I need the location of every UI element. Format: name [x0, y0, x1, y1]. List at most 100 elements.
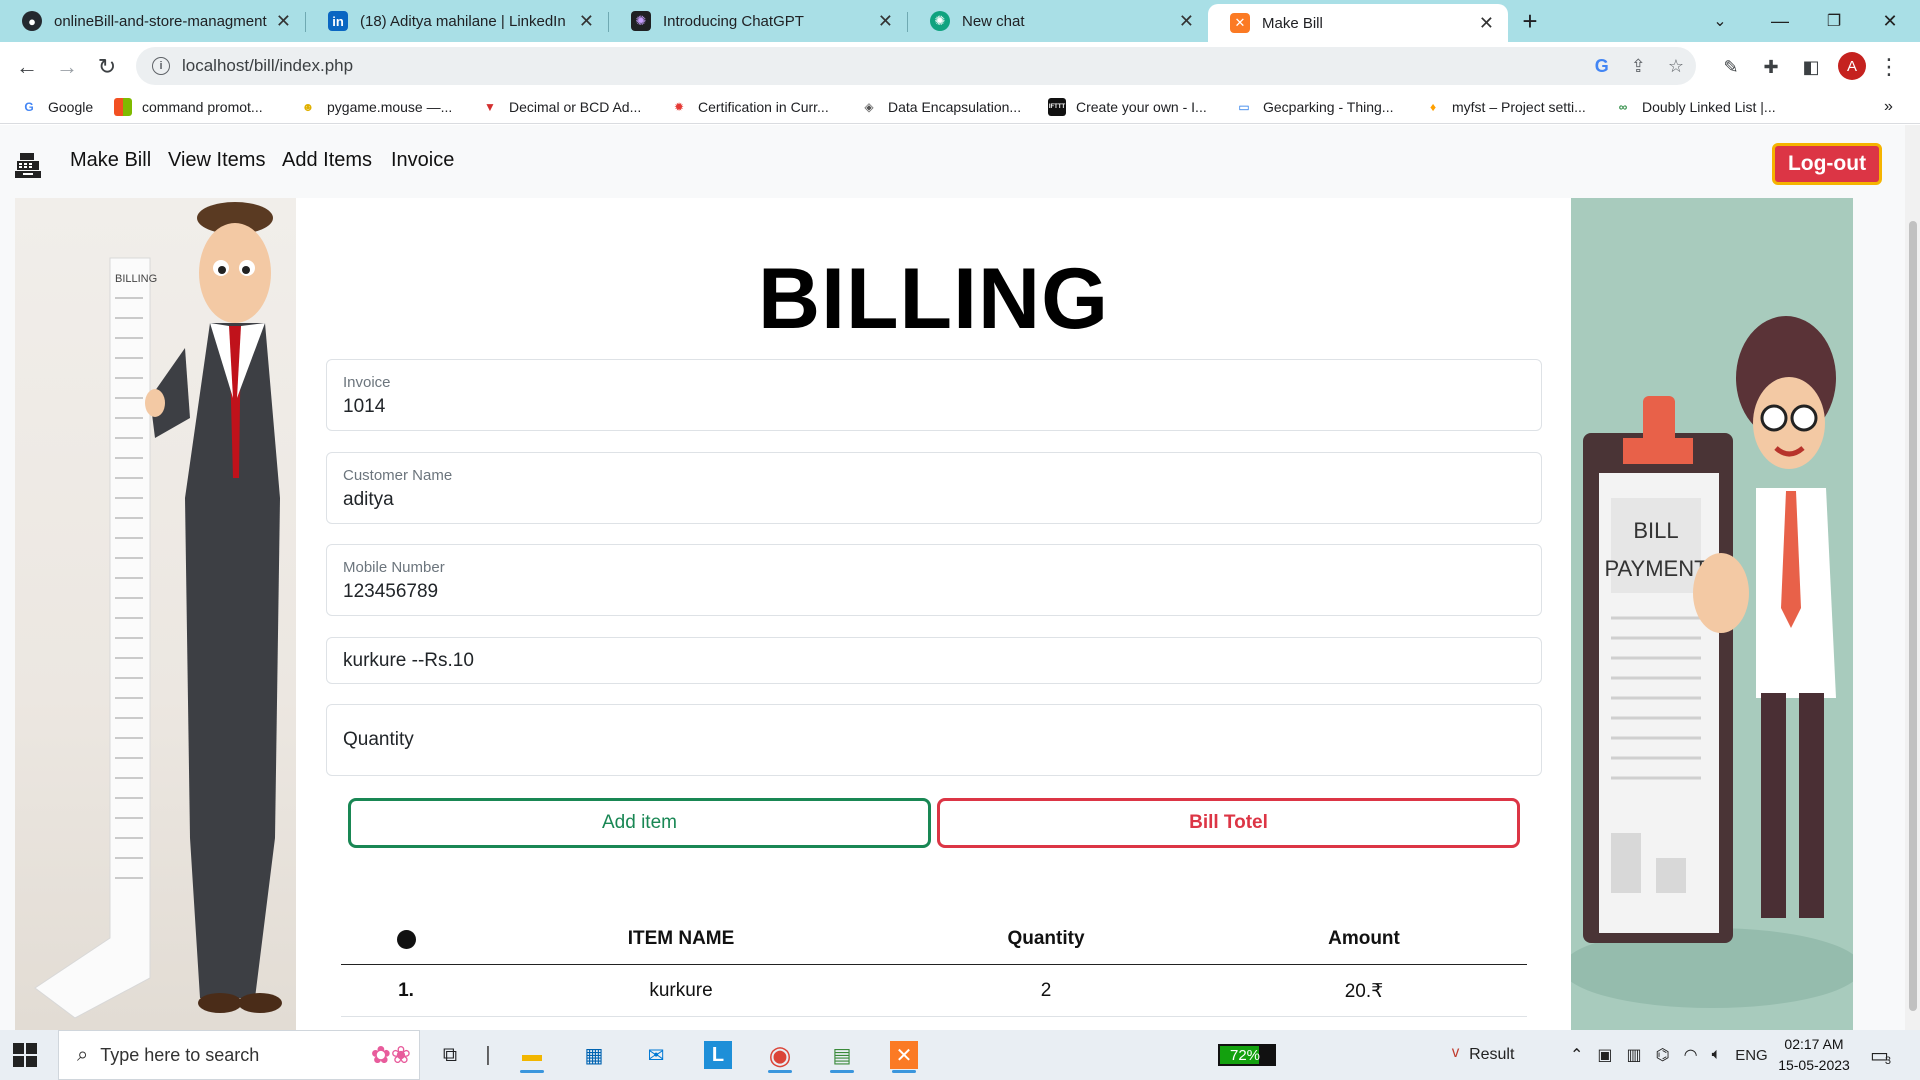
back-icon[interactable]: ← [12, 52, 42, 82]
tab-search-icon[interactable]: ⌄ [1692, 0, 1748, 42]
invoice-field[interactable]: Invoice 1014 [326, 359, 1542, 431]
extensions-icon[interactable]: ✚ [1756, 52, 1786, 82]
side-panel-icon[interactable]: ◧ [1796, 52, 1826, 82]
tab-github[interactable]: ● onlineBill-and-store-managment ✕ [0, 0, 305, 42]
customer-name-value[interactable]: aditya [343, 489, 394, 511]
quantity-input[interactable]: Quantity [326, 704, 1542, 776]
bookmark-certification[interactable]: ✹ Certification in Curr... [670, 96, 829, 118]
l-app-icon[interactable]: L [698, 1036, 738, 1074]
close-icon[interactable]: ✕ [276, 11, 291, 32]
bookmarks-overflow-icon[interactable]: » [1884, 96, 1893, 118]
vtop-icon: ▼ [484, 100, 496, 114]
bookmark-command-prompt[interactable]: command promot... [114, 96, 263, 118]
bookmark-gecparking[interactable]: ▭ Gecparking - Thing... [1235, 96, 1393, 118]
close-icon[interactable]: ✕ [878, 11, 893, 32]
bookmark-doubly-linked-list[interactable]: ∞ Doubly Linked List |... [1614, 96, 1776, 118]
index-column-header [341, 913, 471, 965]
xampp-taskbar-icon[interactable]: ✕ [884, 1036, 924, 1074]
windows-taskbar: ⌕ Type here to search ✿❀ ⧉ | ▬ ▦ ✉ L ◉ ▤… [0, 1030, 1920, 1080]
scrollbar-thumb[interactable] [1909, 221, 1917, 1011]
logout-button[interactable]: Log-out [1772, 143, 1882, 185]
language-indicator[interactable]: ENG [1735, 1047, 1768, 1064]
cricket-bat-icon: ᵛ [1452, 1042, 1460, 1067]
file-explorer-icon[interactable]: ▬ [512, 1036, 552, 1074]
eyedropper-icon[interactable]: ✎ [1716, 52, 1746, 82]
bookmark-label: Data Encapsulation... [888, 99, 1022, 115]
monitor-icon: ▭ [1238, 100, 1250, 114]
address-bar[interactable]: i localhost/bill/index.php G ⇪ ☆ [136, 47, 1696, 85]
share-icon[interactable]: ⇪ [1631, 56, 1646, 77]
mobile-number-field[interactable]: Mobile Number 123456789 [326, 544, 1542, 616]
nav-make-bill[interactable]: Make Bill [70, 149, 151, 172]
bookmark-decimal-bcd[interactable]: ▼ Decimal or BCD Ad... [481, 96, 641, 118]
browser-tab-strip: ● onlineBill-and-store-managment ✕ in (1… [0, 0, 1920, 42]
svg-text:BILL: BILL [1633, 518, 1678, 543]
bookmark-ifttt[interactable]: IFTTT Create your own - I... [1048, 96, 1207, 118]
url-text[interactable]: localhost/bill/index.php [182, 56, 353, 76]
windows-start-icon[interactable] [12, 1042, 38, 1068]
network-icon[interactable]: ⌬ [1656, 1045, 1670, 1065]
wifi-icon[interactable]: ◠ [1684, 1045, 1698, 1065]
menu-icon[interactable]: ⋮ [1874, 52, 1904, 82]
close-icon[interactable]: ✕ [579, 11, 594, 32]
nav-invoice[interactable]: Invoice [391, 149, 454, 172]
result-widget[interactable]: ᵛ Result [1452, 1030, 1514, 1080]
reload-icon[interactable]: ↻ [92, 52, 122, 82]
page-viewport: Make Bill View Items Add Items Invoice L… [0, 125, 1905, 1030]
taskbar-search-box[interactable]: ⌕ Type here to search ✿❀ [58, 1030, 420, 1080]
page-scrollbar[interactable] [1905, 125, 1920, 1030]
linkedin-icon: in [328, 11, 348, 31]
pen-icon[interactable]: | [468, 1036, 508, 1074]
meet-now-icon[interactable]: ▣ [1597, 1045, 1612, 1065]
item-select[interactable]: kurkure --Rs.10 [326, 637, 1542, 684]
restore-icon[interactable]: ❐ [1806, 0, 1862, 42]
bookmark-label: command promot... [142, 99, 263, 115]
bookmark-label: Gecparking - Thing... [1263, 99, 1394, 115]
mail-icon[interactable]: ✉ [636, 1036, 676, 1074]
bookmark-google[interactable]: G Google [20, 96, 93, 118]
task-view-icon[interactable]: ⧉ [430, 1036, 470, 1074]
nav-view-items[interactable]: View Items [168, 149, 265, 172]
bookmark-data-encapsulation[interactable]: ◈ Data Encapsulation... [860, 96, 1021, 118]
invoice-label: Invoice [343, 374, 391, 391]
notepad-icon[interactable]: ▤ [822, 1036, 862, 1074]
chevron-up-icon[interactable]: ⌃ [1570, 1045, 1583, 1065]
bookmark-star-icon[interactable]: ☆ [1668, 56, 1684, 77]
notifications-icon[interactable]: ▭ 3 [1870, 1030, 1891, 1080]
taskbar-search-placeholder[interactable]: Type here to search [100, 1045, 259, 1066]
tab-make-bill[interactable]: ✕ Make Bill ✕ [1208, 4, 1508, 42]
close-icon[interactable]: ✕ [1479, 13, 1494, 34]
microsoft-store-icon[interactable]: ▦ [574, 1036, 614, 1074]
new-tab-button[interactable]: + [1510, 0, 1550, 42]
google-lens-icon[interactable]: G [1595, 56, 1609, 77]
tab-new-chat[interactable]: ✺ New chat ✕ [908, 0, 1208, 42]
quantity-placeholder[interactable]: Quantity [343, 705, 414, 775]
amount-column-header: Amount [1328, 928, 1400, 949]
row-item-name: kurkure [649, 980, 713, 1001]
cash-register-icon[interactable] [14, 151, 42, 179]
window-close-icon[interactable]: ✕ [1862, 0, 1918, 42]
customer-name-field[interactable]: Customer Name aditya [326, 452, 1542, 524]
volume-icon[interactable]: 🔈︎ [1712, 1046, 1722, 1064]
remote-icon[interactable]: ▥ [1627, 1045, 1642, 1065]
nav-add-items[interactable]: Add Items [282, 149, 372, 172]
bill-total-button[interactable]: Bill Totel [937, 798, 1520, 848]
profile-avatar[interactable]: A [1838, 52, 1866, 80]
bookmark-pygame[interactable]: ☻ pygame.mouse —... [299, 96, 453, 118]
invoice-value[interactable]: 1014 [343, 396, 385, 418]
firebase-icon: ♦ [1429, 100, 1437, 114]
tab-introducing-chatgpt[interactable]: ✺ Introducing ChatGPT ✕ [609, 0, 907, 42]
close-icon[interactable]: ✕ [1179, 11, 1194, 32]
site-info-icon[interactable]: i [152, 57, 170, 75]
item-select-value[interactable]: kurkure --Rs.10 [343, 638, 474, 683]
bookmark-myfst[interactable]: ♦ myfst – Project setti... [1424, 96, 1586, 118]
mobile-number-value[interactable]: 123456789 [343, 581, 438, 603]
battery-meter[interactable]: 72% [1218, 1044, 1276, 1066]
minimize-icon[interactable]: — [1752, 0, 1808, 42]
chrome-icon[interactable]: ◉ [760, 1036, 800, 1074]
forward-icon[interactable]: → [52, 52, 82, 82]
taskbar-clock[interactable]: 02:17 AM 15-05-2023 [1764, 1034, 1864, 1076]
add-item-button[interactable]: Add item [348, 798, 931, 848]
tab-linkedin[interactable]: in (18) Aditya mahilane | LinkedIn ✕ [306, 0, 608, 42]
bookmark-label: Certification in Curr... [698, 99, 829, 115]
